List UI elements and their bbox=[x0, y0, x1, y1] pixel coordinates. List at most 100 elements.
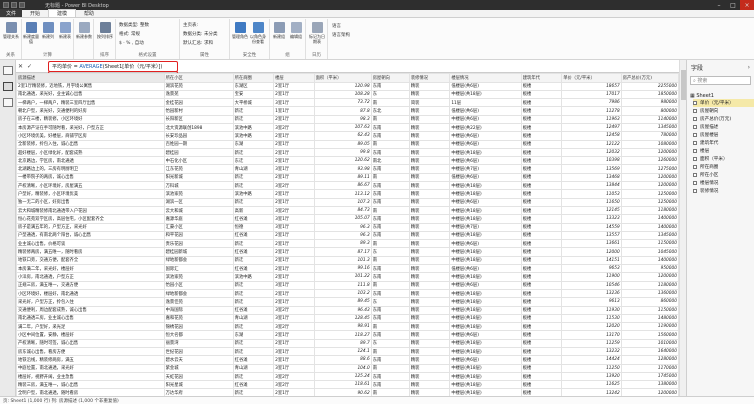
table-cell[interactable]: 中楼层(共18层) bbox=[449, 380, 522, 390]
table-cell[interactable]: 板楼 bbox=[520, 297, 563, 307]
checkbox-icon[interactable] bbox=[693, 157, 697, 161]
table-cell[interactable]: 3室2厅 bbox=[273, 371, 315, 382]
table-cell[interactable]: 板楼 bbox=[520, 355, 563, 365]
table-cell[interactable]: 板楼 bbox=[520, 222, 563, 232]
table-cell[interactable]: 低楼层(共6层) bbox=[449, 264, 522, 274]
fields-search-input[interactable]: ⌕ 搜索 bbox=[690, 76, 751, 85]
table-cell[interactable]: 中楼层(共18层) bbox=[449, 338, 522, 349]
column-header[interactable]: 面积（平米） bbox=[313, 73, 372, 83]
table-cell[interactable]: 中楼层(共6层) bbox=[449, 239, 522, 249]
checkbox-icon[interactable] bbox=[693, 125, 697, 129]
table-cell[interactable]: 新迁 bbox=[232, 280, 275, 290]
table-row[interactable]: 采光好，户型方正，拎包入住 逸景佳苑 新迁 2室1厅 89.45 东精装 中楼层(共18层)… bbox=[16, 297, 679, 307]
table-cell[interactable]: 1200000 bbox=[620, 272, 679, 282]
table-cell[interactable]: 2室1厅 bbox=[273, 288, 315, 299]
checkbox-icon[interactable] bbox=[693, 109, 697, 113]
table-cell[interactable]: 84.73 bbox=[313, 205, 372, 216]
table-row[interactable]: 满二年，户型好，采光足 锦绣花园 新迁 3室2厅 98.91 南精装 中楼层(共18层) 板楼… bbox=[16, 322, 679, 332]
table-row[interactable]: 云大和城精装修南北通透带入户花园 云大和城 高新 3室2厅 84.73 南精装 中楼层(共1… bbox=[16, 205, 679, 216]
table-cell[interactable]: 新迁 bbox=[232, 197, 275, 207]
table-cell[interactable]: 13468 bbox=[561, 172, 622, 183]
table-row[interactable]: 户型通透，有南北两个阳台，诚心出售 和平花园 红谷滩 2室1厅 96.3 东南 精装 中楼层(… bbox=[16, 230, 679, 241]
table-cell[interactable]: 11963 bbox=[561, 114, 622, 125]
table-cell[interactable]: 云大和城精装修南北通透带入户花园 bbox=[16, 205, 165, 216]
table-cell[interactable]: 14559 bbox=[561, 222, 622, 232]
new-column-button[interactable]: 新建列 bbox=[40, 22, 56, 39]
table-cell[interactable]: 中楼层(共18层) bbox=[449, 272, 522, 282]
table-cell[interactable]: 107.63 bbox=[313, 122, 372, 133]
table-cell[interactable]: 中楼层(共6层) bbox=[449, 139, 522, 149]
table-cell[interactable]: 88.6 bbox=[313, 355, 372, 365]
field-item[interactable]: 房屋描述 bbox=[693, 123, 754, 131]
table-cell[interactable]: 全新装修，拎包入住，诚心出售 bbox=[16, 139, 165, 149]
table-cell[interactable]: 和平花园 bbox=[163, 230, 234, 241]
table-cell[interactable]: 1380000 bbox=[620, 380, 679, 390]
table-cell[interactable]: 93.98 bbox=[313, 164, 372, 174]
table-cell[interactable]: 3室2厅 bbox=[273, 181, 315, 191]
table-cell[interactable]: 13844 bbox=[561, 181, 622, 191]
table-cell[interactable]: 世纪花园 bbox=[163, 346, 234, 357]
table-cell[interactable]: 百姓园一期 bbox=[163, 139, 234, 149]
table-cell[interactable]: 南北通透三房，业主诚心出售 bbox=[16, 313, 165, 324]
table-cell[interactable]: 国际汇 bbox=[163, 264, 234, 274]
table-cell[interactable]: 1345000 bbox=[620, 122, 679, 133]
table-cell[interactable]: 新迁 bbox=[232, 346, 275, 357]
table-cell[interactable]: 地铁沿线，精装修两房，满五 bbox=[16, 355, 165, 365]
number-format-controls[interactable]: $ · % , 自动 bbox=[119, 40, 144, 46]
table-cell[interactable]: 低楼层(共6层) bbox=[449, 106, 522, 116]
table-cell[interactable]: 板楼 bbox=[520, 305, 563, 315]
table-cell[interactable]: 3室1厅 bbox=[273, 313, 315, 324]
table-cell[interactable]: 精装 bbox=[408, 313, 451, 324]
table-cell[interactable]: 南北通透，采光好，业主诚心出售 bbox=[16, 89, 165, 100]
table-cell[interactable]: 嘉和花苑 bbox=[163, 313, 234, 324]
table-row[interactable]: 小区中间位置，安静，楼层好 恒大名都 东湖 2室1厅 118.27 东南 精装 中楼层(共6层… bbox=[16, 330, 679, 340]
table-cell[interactable]: 108.28 bbox=[313, 89, 372, 100]
edit-group-button[interactable]: 编辑组 bbox=[288, 22, 304, 39]
table-cell[interactable]: 板楼 bbox=[520, 214, 563, 224]
column-header[interactable]: 房源描述 bbox=[16, 73, 165, 83]
table-cell[interactable]: 120.62 bbox=[313, 156, 372, 166]
table-cell[interactable]: 精装 bbox=[408, 322, 451, 332]
table-cell[interactable]: 新迁 bbox=[232, 106, 275, 116]
sort-by-column-button[interactable]: 按列排序 bbox=[97, 22, 113, 39]
table-cell[interactable]: 嘉源华庭 bbox=[163, 214, 234, 224]
table-cell[interactable]: 11层 bbox=[449, 98, 522, 108]
table-cell[interactable]: 中楼层(共18层) bbox=[449, 297, 522, 307]
table-cell[interactable]: 滨池中路 bbox=[232, 122, 275, 133]
table-cell[interactable]: 新迁 bbox=[232, 239, 275, 249]
table-cell[interactable]: 980000 bbox=[620, 98, 679, 108]
table-cell[interactable]: 青山湖 bbox=[232, 363, 275, 373]
table-cell[interactable]: 金桂花园 bbox=[163, 98, 234, 108]
format-dropdown[interactable]: 格式: 常规 bbox=[119, 31, 140, 37]
table-row[interactable]: 业主诚心出售，价格可谈 贵乐花园 新迁 2室1厅 89.3 南精装 中楼层(共6层) 板楼 13… bbox=[16, 239, 679, 249]
table-cell[interactable]: 新迁 bbox=[232, 114, 275, 125]
table-cell[interactable]: 精装 bbox=[408, 264, 451, 274]
table-cell[interactable]: 东 bbox=[370, 89, 410, 100]
table-row[interactable]: 全明户型，南北通透，随时看房 万达华府 新迁 2室1厅 90.62 南精装 中楼层(共18层… bbox=[16, 388, 679, 396]
table-cell[interactable]: 贵乐花园 bbox=[163, 239, 234, 249]
close-icon[interactable]: × bbox=[740, 0, 754, 10]
table-cell[interactable]: 精装 bbox=[408, 222, 451, 232]
table-cell[interactable]: 精装 bbox=[408, 131, 451, 141]
table-row[interactable]: 房东诚心出售，看房方便 世纪花园 新迁 3室1厅 124.1 南精装 中楼层(共18层) 板楼… bbox=[16, 346, 679, 357]
table-cell[interactable]: 东南 bbox=[370, 131, 410, 141]
table-cell[interactable]: 13170 bbox=[561, 330, 622, 340]
table-cell[interactable]: 中楼层(共18层) bbox=[449, 288, 522, 299]
table-cell[interactable]: 东南 bbox=[370, 214, 410, 224]
table-cell[interactable]: 98.3 bbox=[313, 114, 372, 125]
table-cell[interactable]: 中楼层(共6层) bbox=[449, 131, 522, 141]
table-cell[interactable]: 小洋房，南北通透，户型方正 bbox=[16, 272, 165, 282]
table-cell[interactable]: 精装 bbox=[408, 139, 451, 149]
table-cell[interactable]: 1010000 bbox=[620, 338, 679, 349]
table-cell[interactable]: 3室1厅 bbox=[273, 346, 315, 357]
table-cell[interactable]: 105.07 bbox=[313, 214, 372, 224]
table-cell[interactable]: 南 bbox=[370, 139, 410, 149]
table-cell[interactable]: 11250 bbox=[561, 363, 622, 373]
table-cell[interactable]: 中楼层(共6层) bbox=[449, 156, 522, 166]
table-cell[interactable]: 98.91 bbox=[313, 322, 372, 332]
table-cell[interactable]: 中楼层(共18层) bbox=[449, 346, 522, 357]
table-cell[interactable]: 天虹花园 bbox=[163, 371, 234, 382]
table-cell[interactable]: 2室1厅 bbox=[273, 139, 315, 149]
table-cell[interactable]: 860000 bbox=[620, 297, 679, 307]
table-cell[interactable]: 精装 bbox=[408, 355, 451, 365]
